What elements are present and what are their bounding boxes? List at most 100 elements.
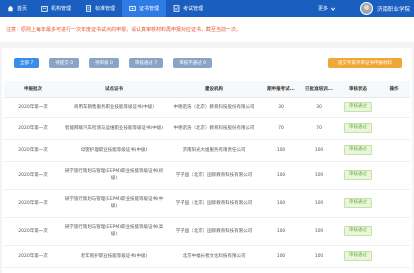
applied-count-cell: 100 — [262, 245, 300, 268]
more-label: 更多 — [317, 6, 328, 12]
col-certificate: 试点证书 — [62, 81, 166, 98]
applied-count-cell: 70 — [262, 117, 300, 140]
approved-count-cell: 100 — [300, 245, 338, 268]
approved-count-cell: 100 — [300, 189, 338, 218]
certificate-cell: 商用车销售服务职业技能等级证书(中级) — [62, 97, 166, 118]
top-nav-bar: 首页 机构管理 标准管理 证书管理 考试管理 更多 济南职业学院 — [0, 0, 414, 17]
approved-count-cell: 100 — [300, 139, 338, 162]
certificate-cell: 智能网联汽车检测与运维职业技能等级证书(中级) — [62, 117, 166, 140]
nav-exam-label: 考试管理 — [183, 6, 204, 12]
status-badge: 审核通过 — [344, 102, 372, 112]
organization-cell: 学子国（北京）国际教育科技有限公司 — [166, 189, 262, 218]
certificate-cell: 老年照护职业技能等级证书(中级) — [62, 245, 166, 268]
status-badge: 审核通过 — [344, 251, 372, 261]
org-icon — [41, 5, 48, 12]
batch-cell: 2020年第一次 — [4, 97, 62, 118]
approved-count-cell: 100 — [300, 161, 338, 190]
table-row[interactable]: 2020年第一次 研学旅行策划与管理(EEPM)职业技能等级证书(初级) 学子国… — [4, 161, 410, 190]
avatar[interactable] — [359, 2, 373, 15]
organization-cell: 中德诺浩（北京）教育科技股份有限公司 — [166, 117, 262, 140]
nav-org-label: 机构管理 — [51, 6, 72, 12]
filter-pending-submit[interactable]: 待提交 0 — [49, 58, 80, 68]
table-row[interactable]: 2020年第一次 老年照护职业技能等级证书(中级) 北京中福长者文化科技有限公司… — [4, 245, 410, 268]
status-cell: 审核通过 — [338, 97, 378, 118]
status-cell: 审核通过 — [338, 117, 378, 140]
actions-cell — [378, 139, 410, 162]
col-applied-count: 期申报考试... — [262, 81, 300, 98]
nav-standard-label: 标准管理 — [95, 6, 116, 12]
organization-cell: 学子国（北京）国际教育科技有限公司 — [166, 217, 262, 246]
actions-cell — [378, 117, 410, 140]
actions-cell — [378, 97, 410, 118]
batch-cell: 2020年第一次 — [4, 161, 62, 190]
standard-icon — [86, 5, 92, 12]
status-badge: 审核通过 — [344, 170, 372, 180]
approved-count-cell: 70 — [300, 117, 338, 140]
status-cell: 审核通过 — [338, 217, 378, 246]
applied-count-cell: 100 — [262, 217, 300, 246]
table-row[interactable]: 2020年第一次 智能网联汽车检测与运维职业技能等级证书(中级) 中德诺浩（北京… — [4, 117, 410, 140]
certificate-cell: 母婴护理职业技能等级证书(中级) — [62, 139, 166, 162]
batch-cell: 2020年第一次 — [4, 245, 62, 268]
certificate-cell: 研学旅行策划与管理(EEPM)职业技能等级证书(中级) — [62, 189, 166, 218]
approved-count-cell: 100 — [300, 217, 338, 246]
home-icon — [7, 5, 14, 12]
status-cell: 审核通过 — [338, 245, 378, 268]
applied-count-cell: 100 — [262, 189, 300, 218]
filter-rejected[interactable]: 审核不通过 0 — [173, 58, 212, 68]
col-organization: 建设机构 — [166, 81, 262, 98]
col-actions: 操作 — [378, 81, 410, 98]
organization-cell: 中德诺浩（北京）教育科技股份有限公司 — [166, 97, 262, 118]
filter-all[interactable]: 全部 7 — [14, 58, 40, 68]
status-cell: 审核通过 — [338, 139, 378, 162]
table-row[interactable]: 2020年第一次 母婴护理职业技能等级证书(中级) 济南阳光大姐服务有限责任公司… — [4, 139, 410, 162]
batch-cell: 2020年第一次 — [4, 189, 62, 218]
actions-cell — [378, 161, 410, 190]
nav-org[interactable]: 机构管理 — [34, 0, 78, 17]
table-row[interactable]: 2020年第一次 商用车销售服务职业技能等级证书(中级) 中德诺浩（北京）教育科… — [4, 97, 410, 118]
submit-materials-button[interactable]: 提交专家评审证书申报材料 — [328, 58, 402, 68]
exam-icon — [173, 5, 180, 12]
actions-cell — [378, 217, 410, 246]
table-header-row: 申报批次 试点证书 建设机构 期申报考试... 已批准培训... 审核状态 操作 — [4, 81, 410, 98]
status-badge: 审核通过 — [344, 226, 372, 236]
certificate-cell: 研学旅行策划与管理(EEPM)职业技能等级证书(高级) — [62, 217, 166, 246]
nav-home[interactable]: 首页 — [0, 0, 34, 17]
status-cell: 审核通过 — [338, 189, 378, 218]
col-batch: 申报批次 — [4, 81, 62, 98]
applied-count-cell: 100 — [262, 139, 300, 162]
col-status: 审核状态 — [338, 81, 378, 98]
filter-approved[interactable]: 审核通过 7 — [128, 58, 164, 68]
applied-count-cell: 30 — [262, 97, 300, 118]
notice-text: 注意：原则上每年最多可进行一次年度证书试点的申报，请认真审核材料再申报对应证书，… — [6, 27, 242, 33]
applied-count-cell: 100 — [262, 161, 300, 190]
nav-certificate[interactable]: 证书管理 — [122, 0, 167, 17]
batch-cell: 2020年第一次 — [4, 139, 62, 162]
certificate-cell: 研学旅行策划与管理(EEPM)职业技能等级证书(初级) — [62, 161, 166, 190]
school-name[interactable]: 济南职业学院 — [377, 5, 410, 13]
nav-home-label: 首页 — [17, 6, 28, 12]
status-badge: 审核通过 — [344, 145, 372, 155]
table-row[interactable]: 2020年第一次 研学旅行策划与管理(EEPM)职业技能等级证书(高级) 学子国… — [4, 217, 410, 246]
filter-pending-review[interactable]: 待审核 0 — [89, 58, 119, 68]
actions-cell — [378, 245, 410, 268]
notice-banner: 注意：原则上每年最多可进行一次年度证书试点的申报，请认真审核材料再申报对应证书，… — [0, 17, 414, 42]
col-approved-count: 已批准培训... — [300, 81, 338, 98]
table-row[interactable]: 2020年第一次 研学旅行策划与管理(EEPM)职业技能等级证书(中级) 学子国… — [4, 189, 410, 218]
actions-cell — [378, 189, 410, 218]
batch-cell: 2020年第一次 — [4, 117, 62, 140]
status-cell: 审核通过 — [338, 161, 378, 190]
certificate-icon — [129, 5, 136, 12]
nav-exam[interactable]: 考试管理 — [166, 0, 210, 17]
status-filters: 全部 7 待提交 0 待审核 0 审核通过 7 审核不通过 0 — [14, 58, 212, 68]
nav-certificate-label: 证书管理 — [139, 6, 160, 12]
batch-cell: 2020年第一次 — [4, 217, 62, 246]
organization-cell: 北京中福长者文化科技有限公司 — [166, 245, 262, 268]
approved-count-cell: 30 — [300, 97, 338, 118]
organization-cell: 济南阳光大姐服务有限责任公司 — [166, 139, 262, 162]
status-badge: 审核通过 — [344, 198, 372, 208]
nav-standard[interactable]: 标准管理 — [78, 0, 122, 17]
status-badge: 审核通过 — [344, 123, 372, 133]
certificate-list-card: 全部 7 待提交 0 待审核 0 审核通过 7 审核不通过 0 提交专家评审证书… — [2, 48, 412, 273]
more-menu[interactable]: 更多 — [318, 5, 336, 12]
